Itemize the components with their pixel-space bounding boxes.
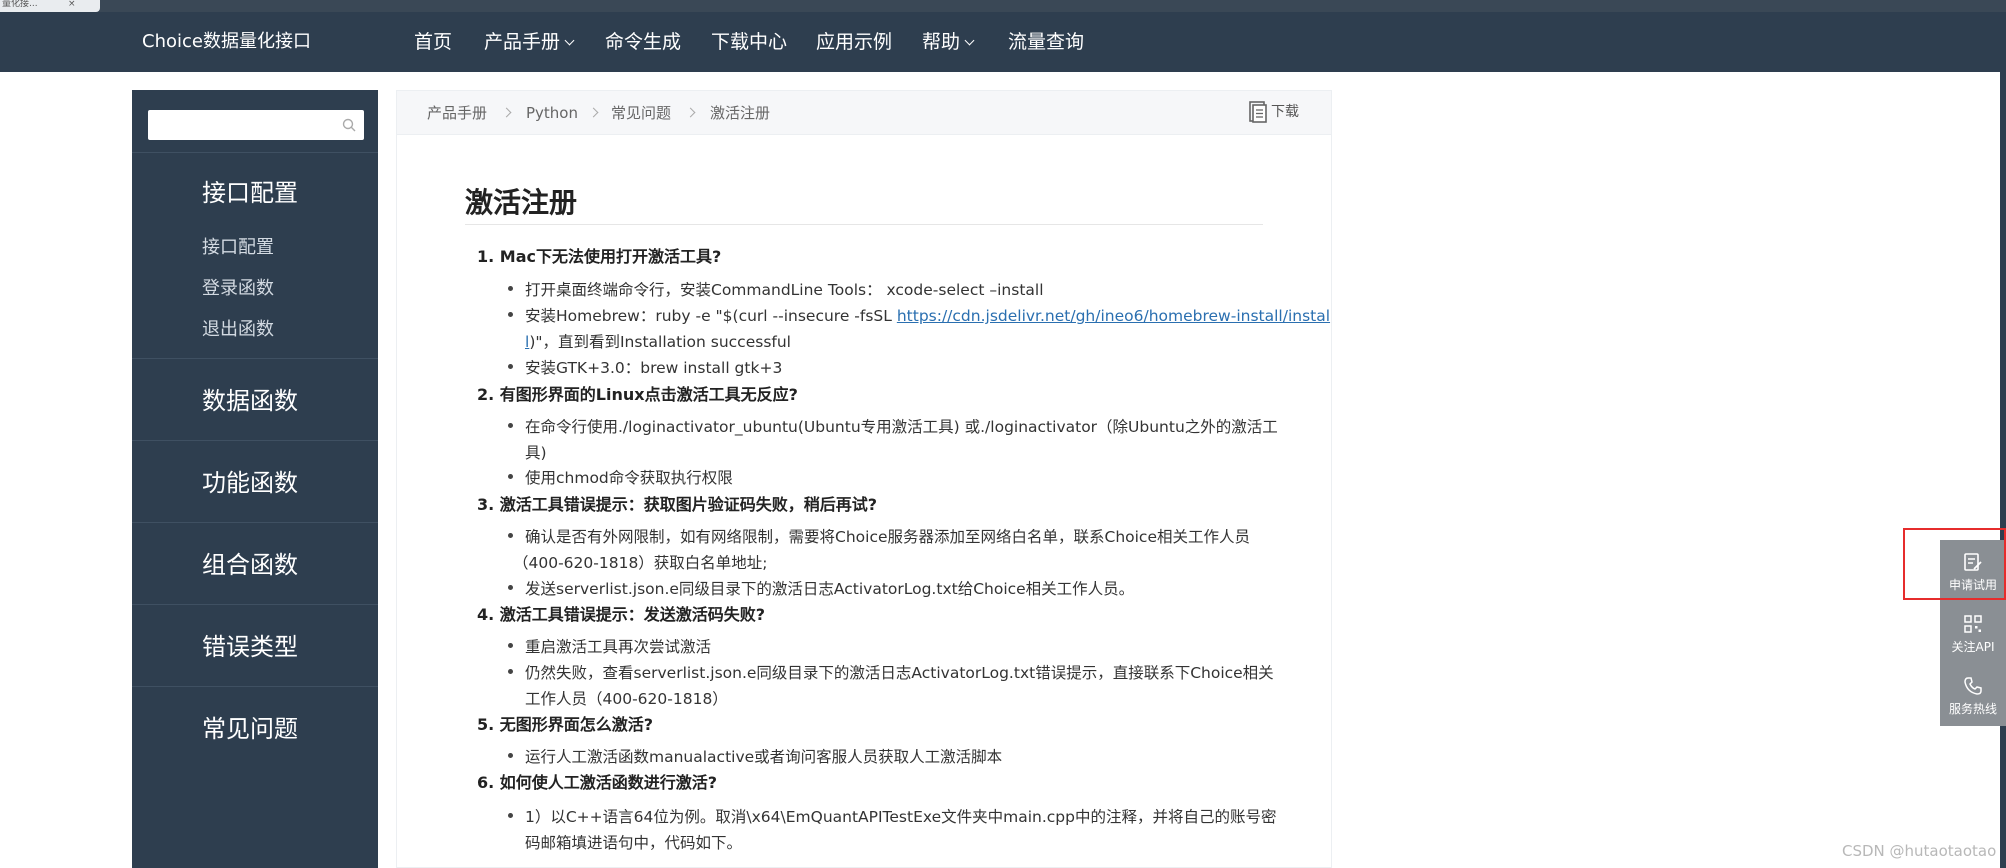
download-label: 下载: [1271, 104, 1299, 120]
service-hotline-button[interactable]: 服务热线: [1940, 664, 2006, 724]
sidebar-section-faq[interactable]: 常见问题: [132, 686, 378, 768]
chevron-down-icon: [564, 35, 575, 46]
faq-question: 5. 无图形界面怎么激活?: [477, 715, 654, 734]
text: 安装Homebrew：ruby -e "$(curl --insecure -f…: [525, 307, 897, 325]
list-item-continued: 具): [525, 444, 547, 462]
browser-tab[interactable]: 量化接... ×: [0, 0, 100, 12]
text: )"，直到看到Installation successful: [529, 333, 791, 351]
nav-item-label: 产品手册: [484, 31, 561, 53]
close-icon[interactable]: ×: [68, 0, 76, 9]
list-item: 使用chmod命令获取执行权限: [508, 466, 733, 488]
list-item: 发送serverlist.json.e同级目录下的激活日志ActivatorLo…: [507, 577, 1134, 599]
sidebar-section-title: 功能函数: [202, 469, 298, 497]
watermark: CSDN @hutaotaotao: [1842, 842, 1997, 860]
float-item-label: 关注API: [1951, 640, 1995, 654]
sidebar-section-interface-config: 接口配置 接口配置 登录函数 退出函数: [132, 152, 378, 358]
list-item: 在命令行使用./loginactivator_ubuntu(Ubuntu专用激活…: [508, 415, 1278, 437]
highlight-annotation: [1903, 528, 2006, 600]
nav-item-label: 下载中心: [711, 31, 788, 53]
search-input[interactable]: [148, 110, 364, 140]
nav-item-label: 首页: [414, 31, 453, 53]
breadcrumb-item-current: 激活注册: [710, 104, 771, 122]
nav-item-label: 流量查询: [1008, 31, 1085, 53]
faq-question: 3. 激活工具错误提示：获取图片验证码失败，稍后再试?: [477, 495, 878, 514]
nav-item-help[interactable]: 帮助: [922, 12, 975, 72]
list-item: 安装GTK+3.0：brew install gtk+3: [507, 356, 782, 378]
breadcrumb-item[interactable]: Python: [526, 91, 578, 135]
document-icon: [1249, 101, 1267, 123]
sidebar-section-data-functions[interactable]: 数据函数: [132, 358, 378, 440]
nav-item-home[interactable]: 首页: [414, 12, 452, 72]
sidebar-section-title: 错误类型: [202, 633, 298, 661]
faq-question: 4. 激活工具错误提示：发送激活码失败?: [477, 605, 766, 624]
search-icon[interactable]: [342, 118, 356, 132]
chevron-right-icon: [588, 107, 599, 118]
qr-code-icon: [1964, 615, 1982, 633]
list-item: 确认是否有外网限制，如有网络限制，需要将Choice服务器添加至网络白名单，联系…: [508, 525, 1250, 547]
list-item-continued: l)"，直到看到Installation successful: [525, 330, 791, 352]
chevron-down-icon: [964, 35, 975, 46]
faq-question: 6. 如何使人工激活函数进行激活?: [477, 773, 718, 792]
sidebar-item-logout-function[interactable]: 退出函数: [202, 315, 274, 341]
sidebar-section-title: 数据函数: [202, 387, 298, 415]
content-panel: 产品手册 Python 常见问题 激活注册 下载 激活注册 1. Mac下无法使…: [396, 90, 1332, 868]
brand-logo-text[interactable]: Choice数据量化接口: [142, 12, 311, 72]
divider: [465, 224, 1263, 225]
nav-item-label: 帮助: [922, 31, 961, 53]
nav-item-command-gen[interactable]: 命令生成: [605, 12, 681, 72]
list-item: 重启激活工具再次尝试激活: [507, 635, 711, 657]
sidebar-item-login-function[interactable]: 登录函数: [202, 274, 274, 300]
download-button[interactable]: 下载: [1249, 101, 1299, 125]
breadcrumb-item[interactable]: 常见问题: [611, 91, 671, 135]
list-item: 运行人工激活函数manualactive或者询问客服人员获取人工激活脚本: [507, 745, 1002, 767]
list-item: 仍然失败，查看serverlist.json.e同级目录下的激活日志Activa…: [508, 661, 1274, 683]
sidebar: 接口配置 接口配置 登录函数 退出函数 数据函数 功能函数 组合函数 错误类型 …: [132, 90, 378, 868]
nav-item-product-manual[interactable]: 产品手册: [484, 12, 575, 72]
sidebar-section-title: 组合函数: [202, 551, 298, 579]
list-item: 1）以C++语言64位为例。取消\x64\EmQuantAPITestExe文件…: [507, 805, 1276, 827]
browser-tab-title: 量化接...: [2, 0, 38, 9]
nav-item-download-center[interactable]: 下载中心: [711, 12, 787, 72]
list-item: 安装Homebrew：ruby -e "$(curl --insecure -f…: [507, 304, 1330, 326]
nav-item-traffic-query[interactable]: 流量查询: [1008, 12, 1084, 72]
page-title: 激活注册: [465, 186, 578, 219]
sidebar-section-utility-functions[interactable]: 功能函数: [132, 440, 378, 522]
chevron-right-icon: [501, 107, 512, 118]
sidebar-section-title[interactable]: 接口配置: [202, 173, 298, 208]
chevron-right-icon: [685, 107, 696, 118]
breadcrumb-item[interactable]: 产品手册: [427, 91, 487, 135]
list-item-continued: 工作人员（400-620-1818）: [525, 690, 728, 708]
nav-item-app-examples[interactable]: 应用示例: [816, 12, 892, 72]
follow-api-button[interactable]: 关注API: [1940, 602, 2006, 662]
top-navbar: Choice数据量化接口 首页 产品手册 命令生成 下载中心 应用示例 帮助 流…: [0, 12, 2006, 72]
scrollbar[interactable]: [2000, 12, 2006, 868]
float-item-label: 服务热线: [1948, 702, 1997, 716]
sidebar-section-portfolio-functions[interactable]: 组合函数: [132, 522, 378, 604]
list-item: 打开桌面终端命令行，安装CommandLine Tools： xcode-sel…: [508, 278, 1044, 300]
nav-item-label: 应用示例: [816, 31, 893, 53]
sidebar-section-error-types[interactable]: 错误类型: [132, 604, 378, 686]
nav-item-label: 命令生成: [605, 31, 682, 53]
sidebar-item-interface-config[interactable]: 接口配置: [202, 233, 274, 259]
browser-tab-strip: 量化接... ×: [0, 0, 2006, 12]
homebrew-install-link[interactable]: https://cdn.jsdelivr.net/gh/ineo6/homebr…: [897, 307, 1330, 325]
sidebar-section-title: 常见问题: [202, 715, 298, 743]
faq-question: 2. 有图形界面的Linux点击激活工具无反应?: [477, 385, 798, 404]
list-item-continued: 码邮箱填进语句中，代码如下。: [525, 834, 743, 852]
breadcrumb: 产品手册 Python 常见问题 激活注册 下载: [397, 91, 1331, 135]
phone-icon: [1964, 677, 1982, 695]
list-item-continued: （400-620-1818）获取白名单地址;: [513, 554, 768, 572]
faq-question: 1. Mac下无法使用打开激活工具?: [477, 247, 722, 266]
